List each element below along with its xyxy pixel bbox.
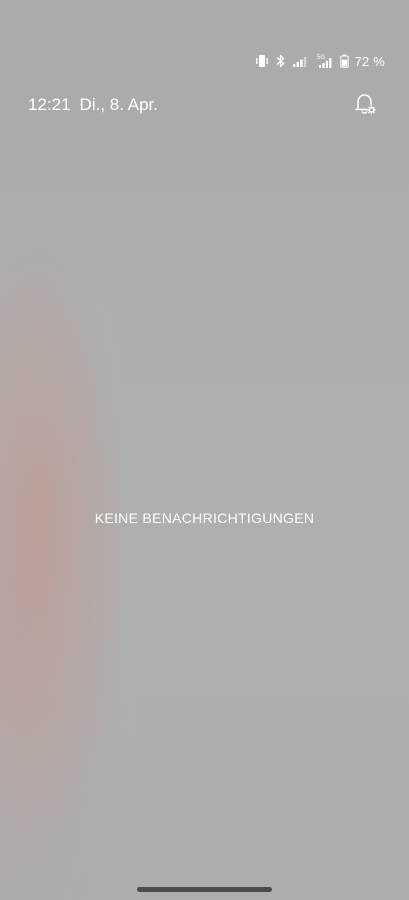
notification-settings-icon[interactable]: [351, 90, 379, 118]
no-notifications-message: KEINE BENACHRICHTIGUNGEN: [94, 510, 315, 526]
status-bar: 5G 72 %: [255, 52, 385, 70]
wifi-signal-icon: [292, 54, 308, 68]
cellular-5g-signal-icon: 5G: [314, 53, 334, 69]
date[interactable]: Di., 8. Apr.: [80, 95, 158, 115]
clock[interactable]: 12:21: [28, 95, 71, 115]
header-row: 12:21 Di., 8. Apr.: [28, 92, 379, 118]
network-type-label: 5G: [317, 55, 325, 61]
home-indicator[interactable]: [137, 887, 272, 892]
vibrate-icon: [255, 54, 269, 68]
bluetooth-icon: [275, 54, 286, 68]
battery-icon: [339, 54, 349, 68]
battery-percentage: 72 %: [354, 53, 385, 69]
